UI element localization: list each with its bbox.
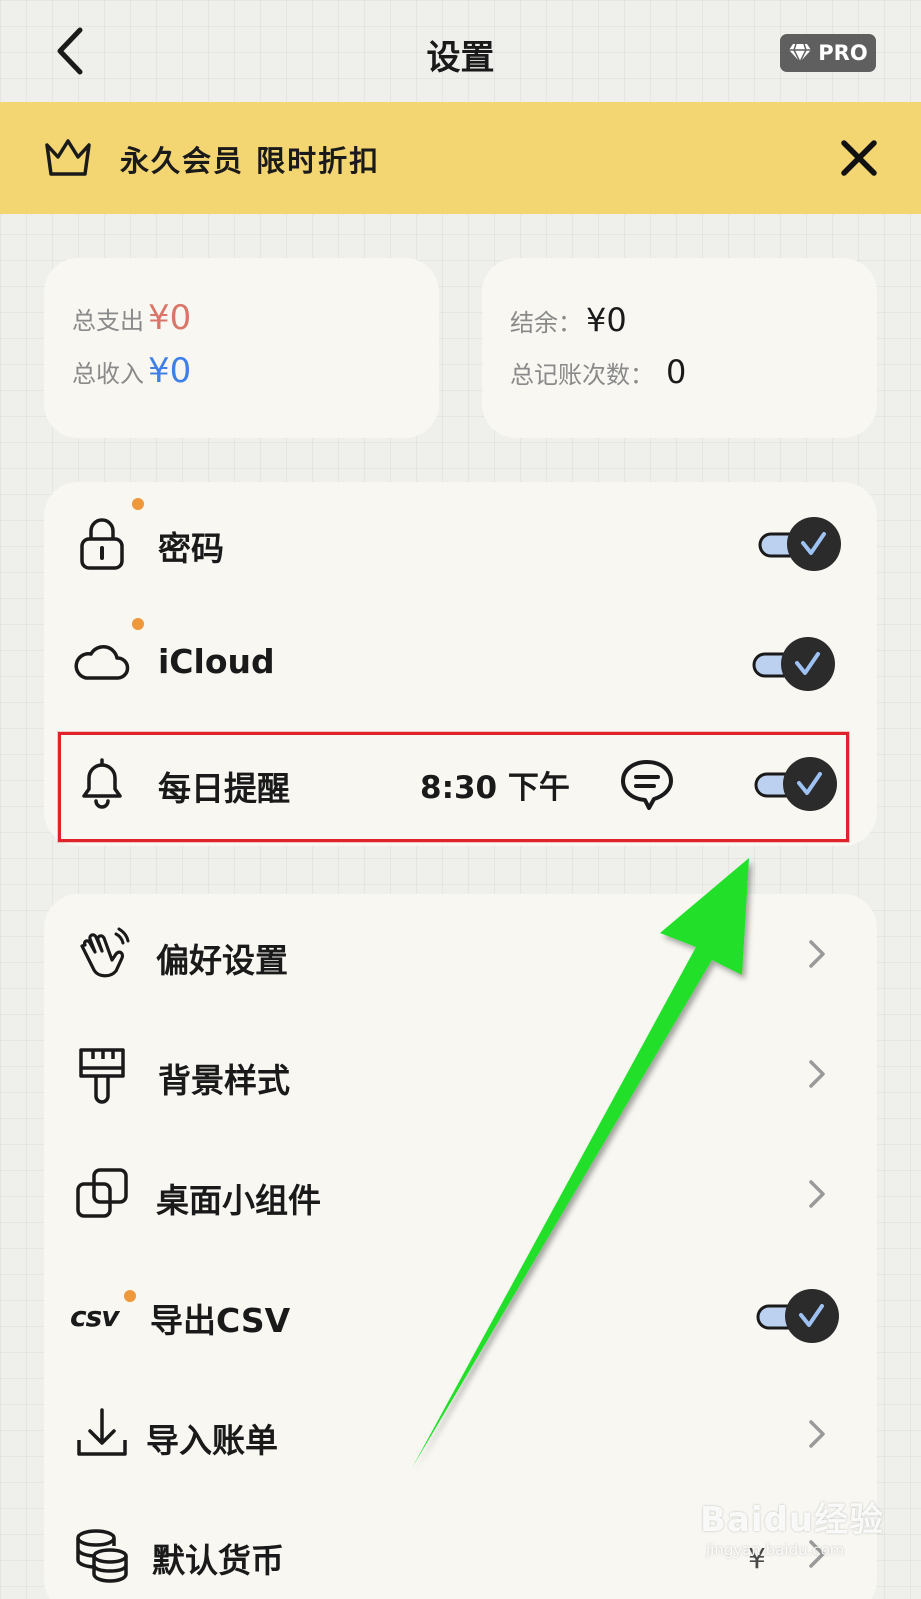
password-row[interactable]: 密码	[44, 482, 877, 602]
diamond-icon	[789, 43, 812, 64]
balance-value: ¥0	[586, 301, 627, 339]
password-label: 密码	[158, 529, 224, 568]
toggle-check-icon	[754, 757, 837, 811]
balance-label: 结余：	[510, 309, 582, 337]
export-csv-toggle[interactable]	[732, 1284, 844, 1348]
waving-hand-icon	[80, 927, 130, 978]
income-expense-card: 总支出 ¥0 总收入 ¥0	[44, 258, 439, 438]
reminder-toggle[interactable]	[730, 752, 842, 816]
lock-icon	[80, 518, 124, 570]
bell-icon	[82, 758, 122, 809]
cloud-icon	[74, 645, 130, 680]
import-bills-label: 导入账单	[146, 1421, 278, 1460]
pro-label: PRO	[818, 41, 868, 65]
background-style-row[interactable]: 背景样式	[44, 1014, 877, 1134]
membership-banner[interactable]: 永久会员 限时折扣	[0, 102, 921, 214]
watermark: Baidu经验 jingyan.baidu.com	[700, 1492, 884, 1559]
balance-stat: 结余： ¥0	[510, 301, 627, 339]
chevron-right-icon[interactable]	[804, 1056, 830, 1092]
income-label: 总收入	[72, 360, 144, 388]
reminder-time[interactable]: 8:30 下午	[420, 762, 570, 807]
chevron-right-icon[interactable]	[804, 1176, 830, 1212]
pro-badge-button[interactable]: PRO	[780, 34, 876, 72]
message-icon[interactable]	[618, 756, 676, 812]
balance-card: 结余： ¥0 总记账次数： 0	[482, 258, 877, 438]
export-csv-row[interactable]: csv 导出CSV	[44, 1254, 877, 1374]
income-stat: 总收入 ¥0	[72, 351, 191, 391]
reminder-label: 每日提醒	[158, 769, 290, 808]
widgets-row[interactable]: 桌面小组件	[44, 1134, 877, 1254]
import-bills-row[interactable]: 导入账单	[44, 1374, 877, 1494]
password-toggle[interactable]	[734, 512, 846, 576]
watermark-brand: Baidu经验	[700, 1500, 885, 1540]
expense-stat: 总支出 ¥0	[72, 298, 191, 338]
daily-reminder-row[interactable]: 每日提醒 8:30 下午	[44, 722, 877, 842]
expense-value: ¥0	[148, 298, 192, 338]
toggle-settings-group: 密码 iCloud 每日提醒 8:30 下午	[44, 482, 877, 846]
background-style-label: 背景样式	[158, 1061, 290, 1100]
count-label: 总记账次数：	[510, 361, 654, 389]
new-dot	[124, 1290, 136, 1302]
expense-label: 总支出	[72, 307, 144, 335]
default-currency-label: 默认货币	[152, 1541, 284, 1580]
count-value: 0	[666, 353, 687, 391]
banner-text: 永久会员 限时折扣	[120, 144, 381, 178]
new-dot	[132, 618, 144, 630]
download-icon	[77, 1408, 127, 1456]
preferences-label: 偏好设置	[156, 941, 288, 980]
icloud-label: iCloud	[158, 642, 275, 681]
close-icon	[841, 140, 877, 176]
close-banner-button[interactable]	[836, 135, 882, 181]
csv-icon: csv	[70, 1300, 120, 1333]
export-csv-label: 导出CSV	[150, 1301, 291, 1340]
icloud-toggle[interactable]	[728, 632, 840, 696]
watermark-url: jingyan.baidu.com	[706, 1541, 845, 1559]
new-dot	[132, 498, 144, 510]
chevron-right-icon[interactable]	[804, 1416, 830, 1452]
icloud-row[interactable]: iCloud	[44, 602, 877, 722]
toggle-check-icon	[752, 637, 835, 691]
coins-stack-icon	[76, 1529, 128, 1583]
nav-bar: 设置 PRO	[0, 0, 921, 102]
widgets-label: 桌面小组件	[156, 1181, 321, 1220]
chevron-right-icon[interactable]	[804, 936, 830, 972]
toggle-check-icon	[756, 1289, 839, 1343]
widget-squares-icon	[76, 1168, 128, 1218]
crown-icon	[45, 139, 91, 176]
paint-brush-icon	[79, 1048, 125, 1104]
income-value: ¥0	[148, 351, 192, 391]
preferences-row[interactable]: 偏好设置	[44, 894, 877, 1014]
count-stat: 总记账次数： 0	[510, 353, 686, 391]
toggle-check-icon	[758, 517, 841, 571]
